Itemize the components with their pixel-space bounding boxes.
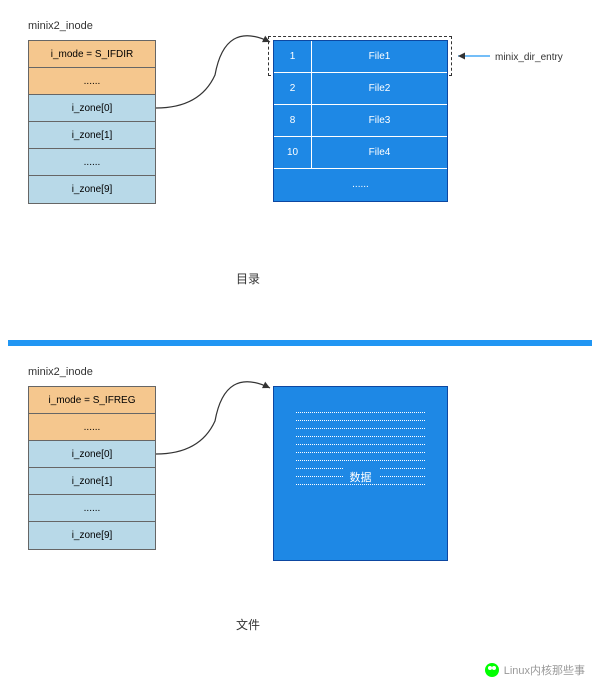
dir-row-dots: ...... (274, 169, 447, 201)
inode-table-file: i_mode = S_IFREG ...... i_zone[0] i_zone… (28, 386, 156, 550)
inode-mode: i_mode = S_IFREG (29, 387, 155, 414)
inode-zone: i_zone[0] (29, 95, 155, 122)
inode-zone: i_zone[1] (29, 468, 155, 495)
inode-dots: ...... (29, 68, 155, 95)
data-block: 数据 (273, 386, 448, 561)
inode-mode: i_mode = S_IFDIR (29, 41, 155, 68)
dir-row: 10File4 (274, 137, 447, 169)
caption-dir: 目录 (236, 270, 260, 287)
inode-table-dir: i_mode = S_IFDIR ...... i_zone[0] i_zone… (28, 40, 156, 204)
dir-row: 2File2 (274, 73, 447, 105)
directory-table: 1File1 2File2 8File3 10File4 ...... (273, 40, 448, 202)
inode-dots: ...... (29, 414, 155, 441)
struct-label: minix2_inode (28, 366, 93, 378)
data-label: 数据 (274, 469, 447, 485)
watermark: Linux内核那些事 (485, 662, 585, 678)
inode-zone: ...... (29, 149, 155, 176)
dir-entry-label: minix_dir_entry (495, 52, 563, 63)
directory-section: minix2_inode i_mode = S_IFDIR ...... i_z… (0, 0, 600, 340)
inode-zone: i_zone[1] (29, 122, 155, 149)
inode-zone: i_zone[9] (29, 176, 155, 203)
watermark-text: Linux内核那些事 (504, 662, 585, 678)
inode-zone: i_zone[0] (29, 441, 155, 468)
wechat-icon (485, 663, 499, 677)
dir-row: 1File1 (274, 41, 447, 73)
file-section: minix2_inode i_mode = S_IFREG ...... i_z… (0, 346, 600, 686)
struct-label: minix2_inode (28, 20, 93, 32)
inode-zone: i_zone[9] (29, 522, 155, 549)
caption-file: 文件 (236, 616, 260, 633)
inode-zone: ...... (29, 495, 155, 522)
dir-row: 8File3 (274, 105, 447, 137)
